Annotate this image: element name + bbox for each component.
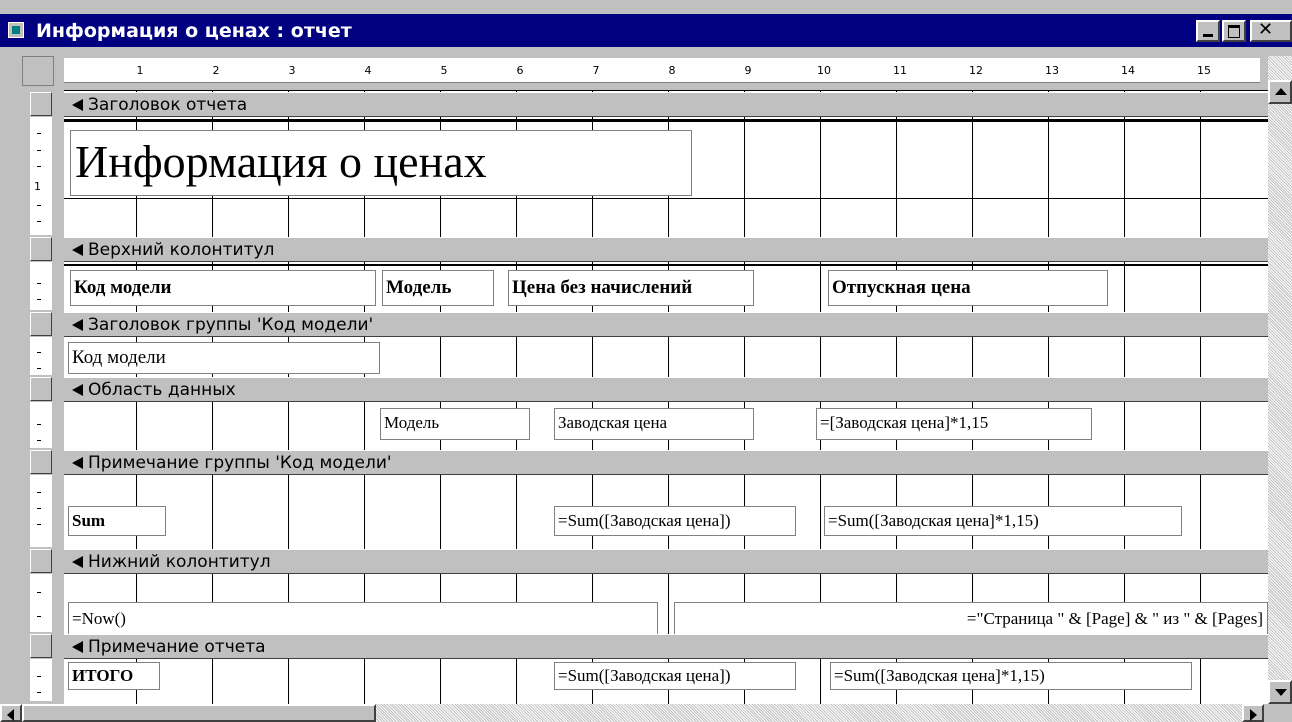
- column-header-code[interactable]: Код модели: [70, 270, 376, 306]
- ruler-number: 6: [516, 64, 524, 77]
- ruler-number: 15: [1197, 64, 1211, 77]
- section-arrow-icon: [72, 384, 83, 396]
- section-label: Заголовок группы 'Код модели': [88, 315, 374, 335]
- total-label[interactable]: ИТОГО: [68, 662, 160, 690]
- section-label: Заголовок отчета: [88, 95, 248, 115]
- field-page-number[interactable]: ="Страница " & [Page] & " из " & [Pages]: [674, 602, 1268, 636]
- scroll-left-icon[interactable]: [0, 704, 22, 722]
- sum-label[interactable]: Sum: [68, 506, 166, 536]
- section-label: Примечание группы 'Код модели': [88, 453, 392, 473]
- select-report-button[interactable]: [22, 56, 54, 86]
- ruler-number: 11: [893, 64, 907, 77]
- report-footer-selector[interactable]: [30, 634, 52, 658]
- vertical-ruler-number: 1: [34, 180, 41, 193]
- page-header-bar[interactable]: Верхний колонтитул: [64, 237, 1268, 262]
- section-arrow-icon: [72, 319, 83, 331]
- report-design-window: Информация о ценах : отчет ✕ 1 2 3 4 5 6…: [0, 0, 1292, 722]
- page-footer-selector[interactable]: [30, 549, 52, 573]
- maximize-icon[interactable]: [1222, 20, 1246, 42]
- field-factory-price[interactable]: Заводская цена: [554, 408, 754, 440]
- section-label: Верхний колонтитул: [88, 240, 275, 260]
- section-arrow-icon: [72, 556, 83, 568]
- section-arrow-icon: [72, 99, 83, 111]
- total-factory-price[interactable]: =Sum([Заводская цена]): [554, 662, 796, 690]
- total-sale-price[interactable]: =Sum([Заводская цена]*1,15): [830, 662, 1192, 690]
- group-header-bar[interactable]: Заголовок группы 'Код модели': [64, 312, 1268, 337]
- report-title-label[interactable]: Информация о ценах: [70, 130, 692, 196]
- window-title: Информация о ценах : отчет: [36, 20, 352, 42]
- column-header-price[interactable]: Цена без начислений: [508, 270, 754, 306]
- section-arrow-icon: [72, 641, 83, 653]
- horizontal-scroll-track[interactable]: [376, 704, 1242, 722]
- scroll-down-icon[interactable]: [1268, 680, 1292, 704]
- ruler-number: 9: [744, 64, 752, 77]
- ruler-number: 2: [212, 64, 220, 77]
- sum-sale-price[interactable]: =Sum([Заводская цена]*1,15): [824, 506, 1182, 536]
- scroll-right-icon[interactable]: [1242, 704, 1264, 722]
- ruler-number: 7: [592, 64, 600, 77]
- horizontal-scrollbar[interactable]: [0, 704, 1268, 722]
- vertical-ruler-panel: [30, 117, 52, 235]
- horizontal-scroll-thumb[interactable]: [22, 704, 376, 722]
- column-header-model[interactable]: Модель: [382, 270, 494, 306]
- detail-selector[interactable]: [30, 377, 52, 401]
- ruler-number: 5: [440, 64, 448, 77]
- ruler-number: 14: [1121, 64, 1135, 77]
- field-now[interactable]: =Now(): [68, 602, 658, 636]
- ruler-number: 3: [288, 64, 296, 77]
- page-header-selector[interactable]: [30, 237, 52, 261]
- field-model[interactable]: Модель: [380, 408, 530, 440]
- group-footer-selector[interactable]: [30, 450, 52, 474]
- group-header-selector[interactable]: [30, 312, 52, 336]
- group-footer-bar[interactable]: Примечание группы 'Код модели': [64, 450, 1268, 475]
- sum-factory-price[interactable]: =Sum([Заводская цена]): [554, 506, 796, 536]
- vertical-scrollbar[interactable]: [1268, 56, 1292, 704]
- section-label: Примечание отчета: [88, 637, 266, 657]
- minimize-icon[interactable]: [1196, 20, 1220, 42]
- ruler-number: 12: [969, 64, 983, 77]
- ruler-number: 4: [364, 64, 372, 77]
- field-model-code[interactable]: Код модели: [68, 342, 380, 374]
- page-footer-bar[interactable]: Нижний колонтитул: [64, 549, 1268, 574]
- close-icon[interactable]: ✕: [1250, 19, 1292, 42]
- report-footer-bar[interactable]: Примечание отчета: [64, 634, 1268, 659]
- report-icon[interactable]: [8, 22, 24, 38]
- report-header-selector[interactable]: [30, 92, 52, 116]
- ruler-number: 10: [817, 64, 831, 77]
- horizontal-ruler: 1 2 3 4 5 6 7 8 9 10 11 12 13 14 15: [64, 58, 1260, 83]
- section-label: Область данных: [88, 380, 236, 400]
- ruler-number: 13: [1045, 64, 1059, 77]
- ruler-number: 8: [668, 64, 676, 77]
- section-arrow-icon: [72, 244, 83, 256]
- report-header-bar[interactable]: Заголовок отчета: [64, 92, 1268, 117]
- report-design-canvas[interactable]: Заголовок отчета Информация о ценах Верх…: [64, 90, 1268, 704]
- section-label: Нижний колонтитул: [88, 552, 271, 572]
- detail-bar[interactable]: Область данных: [64, 377, 1268, 402]
- title-bar[interactable]: Информация о ценах : отчет ✕: [0, 14, 1292, 47]
- ruler-number: 1: [136, 64, 144, 77]
- scroll-up-icon[interactable]: [1268, 80, 1292, 104]
- field-sale-price-expr[interactable]: =[Заводская цена]*1,15: [816, 408, 1092, 440]
- section-arrow-icon: [72, 457, 83, 469]
- column-header-sale-price[interactable]: Отпускная цена: [828, 270, 1108, 306]
